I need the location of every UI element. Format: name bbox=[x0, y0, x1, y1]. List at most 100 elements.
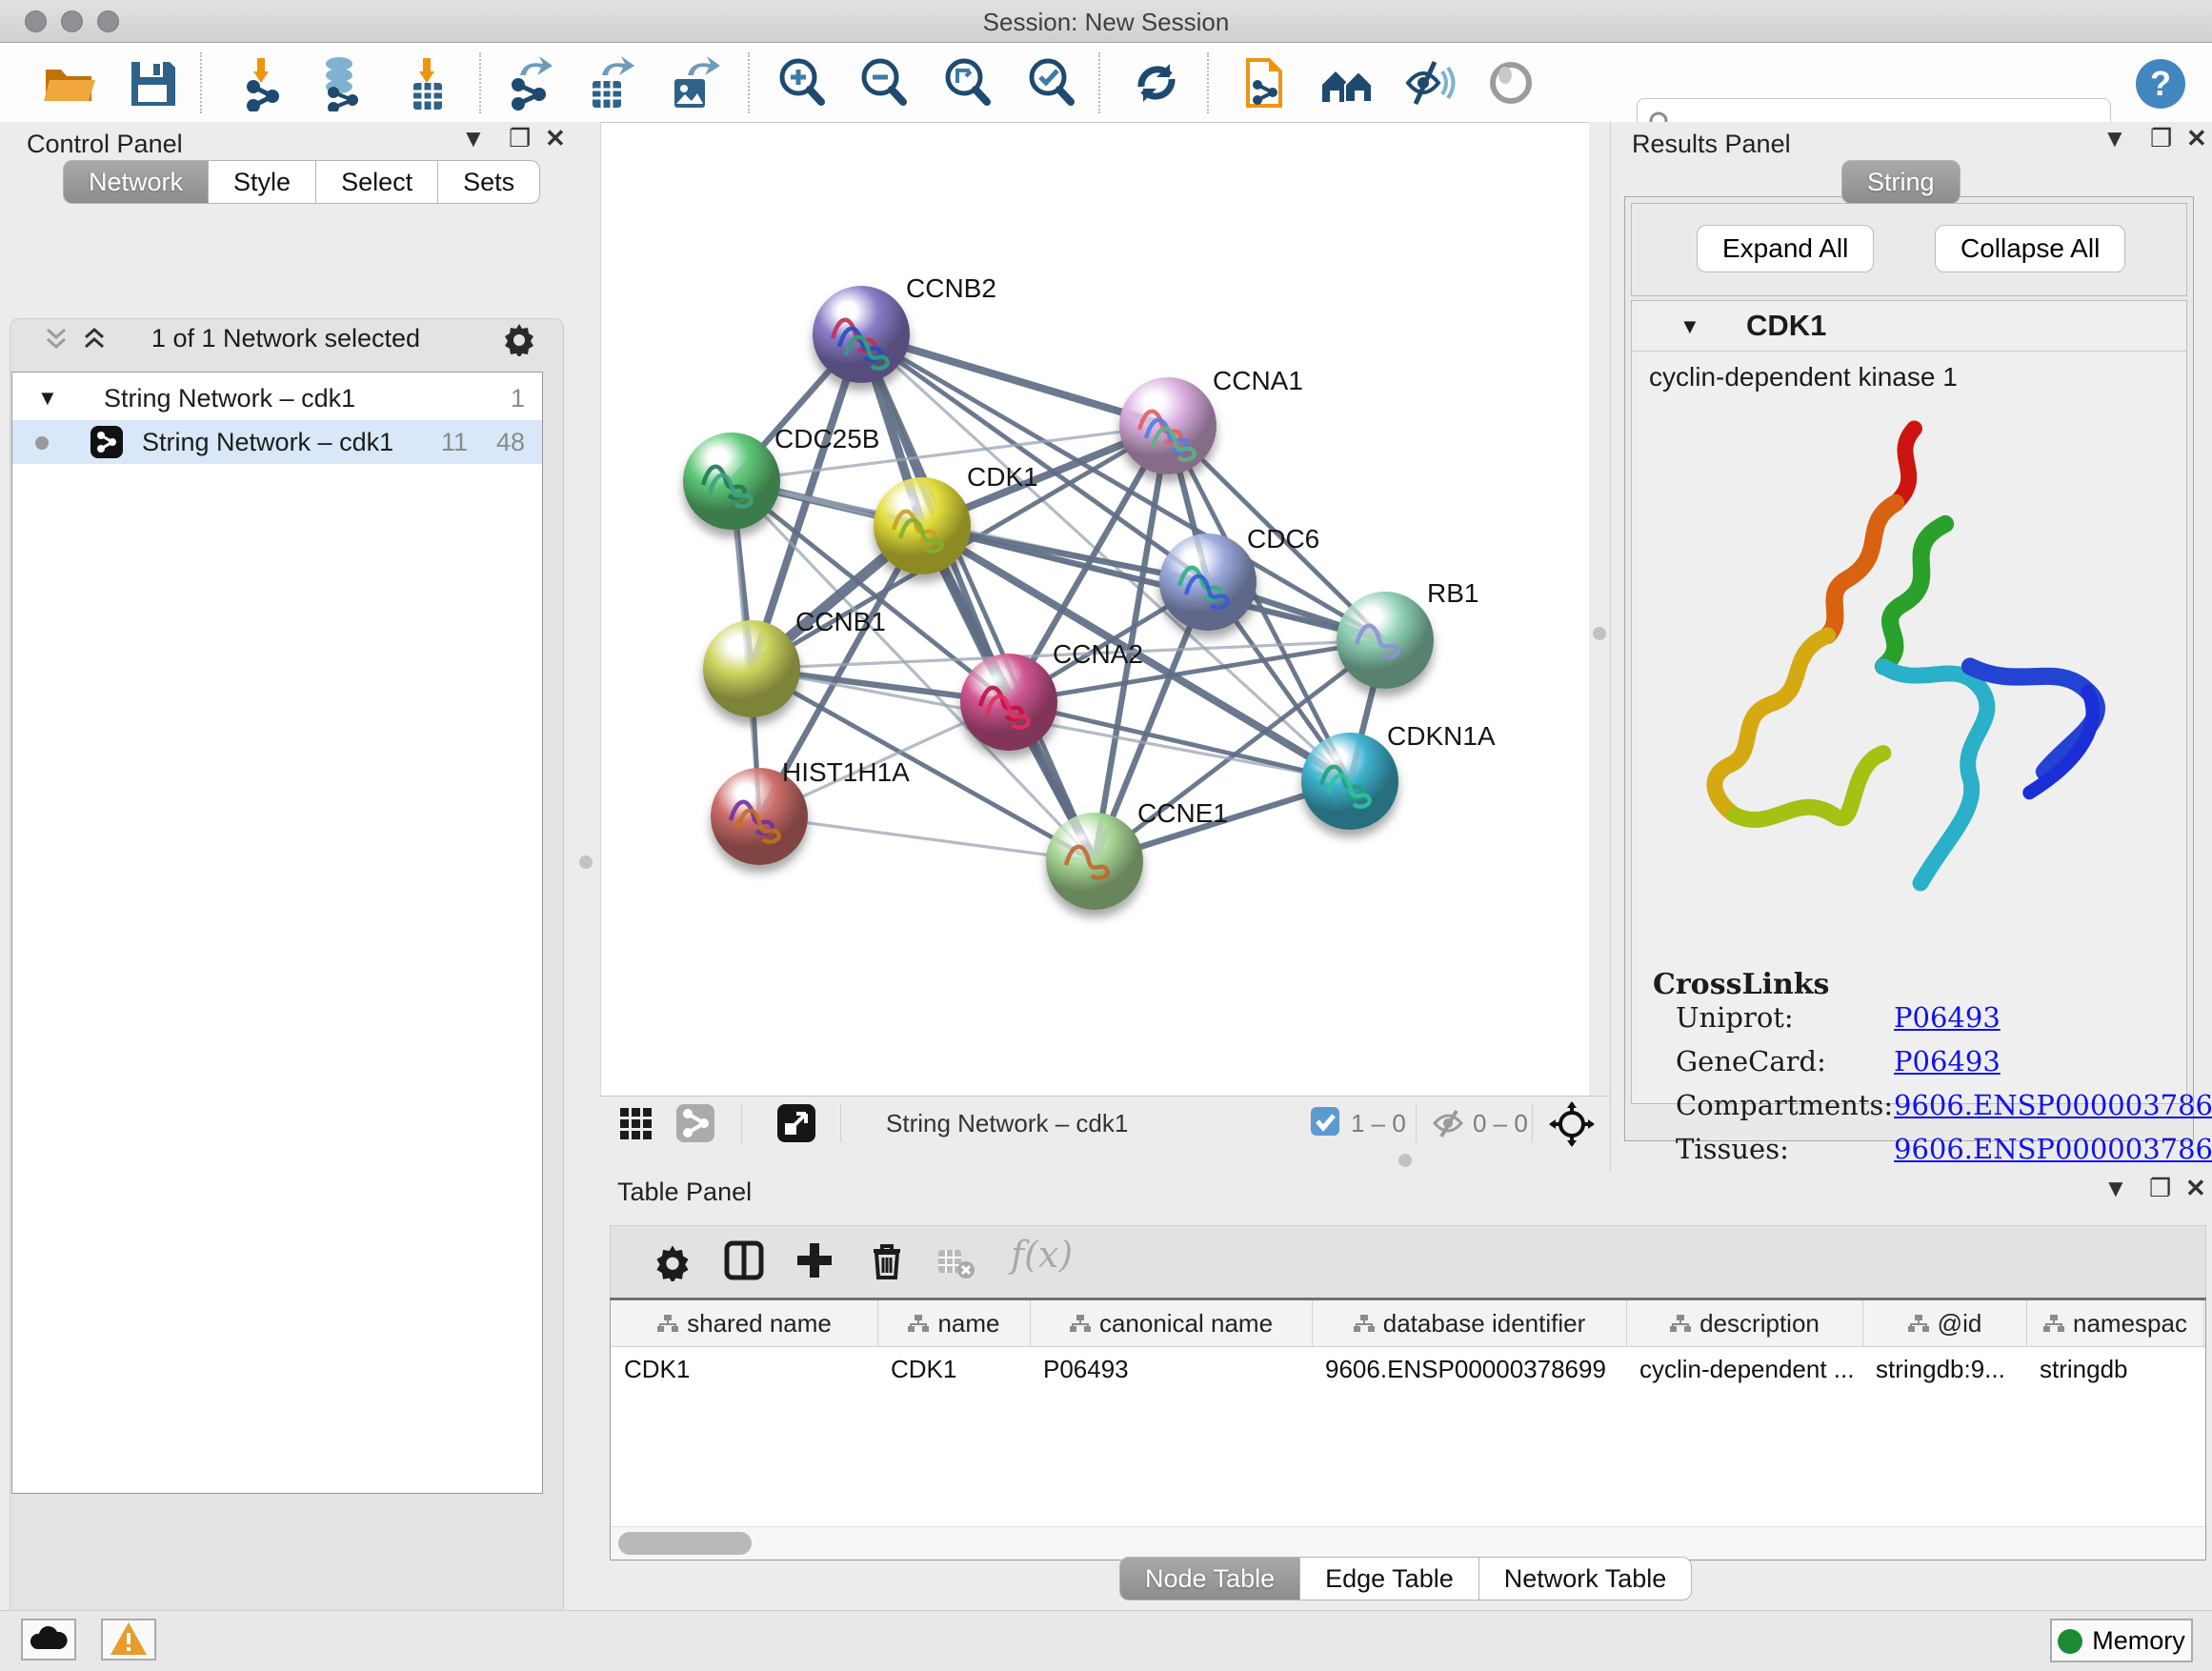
tab-network[interactable]: Network bbox=[63, 160, 209, 204]
tab-network-table[interactable]: Network Table bbox=[1479, 1557, 1693, 1601]
network-node-ccnb1[interactable] bbox=[703, 620, 800, 717]
table-panel-float-icon[interactable]: ❐ bbox=[2149, 1172, 2171, 1204]
network-node-ccne1[interactable] bbox=[1046, 813, 1143, 910]
zoom-fit-button[interactable] bbox=[939, 54, 996, 111]
network-view-button[interactable] bbox=[676, 1104, 714, 1142]
table-panel-close-icon[interactable]: ✕ bbox=[2185, 1172, 2206, 1204]
network-node-ccna2[interactable] bbox=[960, 654, 1057, 751]
results-panel-menu-icon[interactable]: ▼ bbox=[2102, 122, 2127, 154]
zoom-in-button[interactable] bbox=[774, 54, 831, 111]
column-header-shared-name[interactable]: shared name bbox=[611, 1300, 878, 1346]
crosslink-link[interactable]: P06493 bbox=[1894, 1001, 2001, 1034]
help-button[interactable]: ? bbox=[2132, 56, 2189, 113]
show-structure-images-button[interactable] bbox=[1482, 54, 1539, 111]
tab-sets[interactable]: Sets bbox=[438, 160, 540, 204]
birds-eye-view-button[interactable] bbox=[777, 1104, 815, 1142]
table-cell[interactable]: CDK1 bbox=[877, 1348, 1030, 1390]
fit-content-button[interactable] bbox=[1549, 1101, 1595, 1147]
network-node-cdkn1a[interactable] bbox=[1301, 733, 1398, 830]
grid-view-button[interactable] bbox=[617, 1104, 655, 1142]
string-node-entry: ▼ CDK1 cyclin-dependent kinase 1 CrossLi… bbox=[1631, 300, 2187, 1104]
crosslink-row: Tissues:9606.ENSP00000378699 bbox=[1632, 1133, 2186, 1177]
tab-style[interactable]: Style bbox=[209, 160, 316, 204]
export-table-button[interactable] bbox=[579, 54, 636, 111]
tab-select[interactable]: Select bbox=[316, 160, 438, 204]
zoom-out-button[interactable] bbox=[855, 54, 913, 111]
network-edge[interactable] bbox=[759, 816, 1095, 861]
network-node-cdc6[interactable] bbox=[1159, 534, 1257, 631]
table-cell[interactable]: stringdb:9... bbox=[1862, 1348, 2026, 1390]
control-panel-close-icon[interactable]: ✕ bbox=[545, 122, 566, 154]
node-label-cdc25b: CDC25B bbox=[774, 424, 879, 454]
save-session-button[interactable] bbox=[124, 54, 181, 111]
collection-expand-icon[interactable]: ▼ bbox=[37, 376, 58, 420]
column-header-database-identifier[interactable]: database identifier bbox=[1312, 1300, 1627, 1346]
cloud-status-button[interactable] bbox=[21, 1619, 76, 1661]
table-cell[interactable]: CDK1 bbox=[611, 1348, 877, 1390]
delete-column-button[interactable] bbox=[866, 1239, 904, 1278]
table-cell[interactable]: stringdb bbox=[2026, 1348, 2203, 1390]
control-panel-menu-icon[interactable]: ▼ bbox=[461, 122, 486, 154]
import-table-button[interactable] bbox=[398, 54, 455, 111]
control-panel-float-icon[interactable]: ❐ bbox=[509, 122, 531, 154]
results-panel-close-icon[interactable]: ✕ bbox=[2186, 122, 2207, 154]
show-columns-button[interactable] bbox=[723, 1239, 761, 1278]
column-header--id[interactable]: @id bbox=[1862, 1300, 2027, 1346]
crosslink-link[interactable]: 9606.ENSP00000378699 bbox=[1894, 1089, 2212, 1121]
table-hscrollbar[interactable] bbox=[611, 1526, 2205, 1560]
expand-all-button[interactable]: Expand All bbox=[1697, 225, 1874, 272]
import-network-file-button[interactable] bbox=[232, 54, 290, 111]
zoom-in-icon bbox=[774, 54, 831, 111]
crosslink-link[interactable]: P06493 bbox=[1894, 1045, 2001, 1077]
column-header-canonical-name[interactable]: canonical name bbox=[1030, 1300, 1313, 1346]
create-column-button[interactable] bbox=[794, 1239, 832, 1278]
tab-node-table[interactable]: Node Table bbox=[1119, 1557, 1300, 1601]
open-session-button[interactable] bbox=[40, 54, 97, 111]
right-splitter[interactable] bbox=[1589, 122, 1610, 1096]
network-canvas[interactable]: CCNB2CCNA1CDC25BCDK1CDC6RB1CCNB1CCNA2CDK… bbox=[600, 122, 1591, 1097]
string-home-button[interactable] bbox=[1318, 54, 1376, 111]
table-hscrollbar-thumb[interactable] bbox=[618, 1532, 752, 1555]
table-panel-menu-icon[interactable]: ▼ bbox=[2103, 1172, 2128, 1204]
warnings-button[interactable] bbox=[101, 1619, 156, 1661]
column-header-name[interactable]: name bbox=[877, 1300, 1031, 1346]
export-network-button[interactable] bbox=[499, 54, 556, 111]
column-header-description[interactable]: description bbox=[1626, 1300, 1863, 1346]
gene-header-row[interactable]: ▼ CDK1 bbox=[1632, 301, 2186, 352]
collapse-all-button[interactable]: Collapse All bbox=[1935, 225, 2125, 272]
import-table-icon bbox=[398, 54, 455, 111]
network-node-rb1[interactable] bbox=[1337, 592, 1434, 689]
string-import-button[interactable] bbox=[1235, 54, 1292, 111]
tab-edge-table[interactable]: Edge Table bbox=[1300, 1557, 1479, 1601]
import-network-icon bbox=[232, 54, 290, 111]
gene-collapse-icon[interactable]: ▼ bbox=[1679, 314, 1700, 339]
table-cell[interactable]: cyclin-dependent ... bbox=[1626, 1348, 1862, 1390]
network-node-cdk1[interactable] bbox=[874, 477, 971, 574]
clear-table-button[interactable] bbox=[936, 1245, 975, 1283]
import-network-from-database-button[interactable] bbox=[311, 54, 368, 111]
table-cell[interactable]: 9606.ENSP00000378699 bbox=[1312, 1348, 1626, 1390]
network-row[interactable]: String Network – cdk1 11 48 bbox=[12, 420, 542, 464]
grid-icon bbox=[618, 1104, 654, 1140]
network-edge[interactable] bbox=[1009, 702, 1350, 781]
apply-layout-button[interactable] bbox=[1128, 54, 1185, 111]
zoom-selected-button[interactable] bbox=[1023, 54, 1080, 111]
function-builder-button[interactable]: f(x) bbox=[1011, 1234, 1073, 1276]
network-node-ccna1[interactable] bbox=[1119, 377, 1217, 474]
network-collection-row[interactable]: ▼ String Network – cdk1 1 bbox=[12, 376, 542, 420]
crosslink-link[interactable]: 9606.ENSP00000378699 bbox=[1894, 1133, 2212, 1165]
table-cell[interactable]: P06493 bbox=[1030, 1348, 1312, 1390]
warning-icon bbox=[109, 1621, 149, 1657]
table-options-button[interactable] bbox=[653, 1241, 691, 1279]
network-options-gear-icon[interactable] bbox=[501, 320, 537, 363]
network-tree: ▼ String Network – cdk1 1 String Network… bbox=[11, 372, 543, 1494]
results-panel-float-icon[interactable]: ❐ bbox=[2150, 122, 2172, 154]
network-node-ccnb2[interactable] bbox=[813, 286, 910, 383]
left-splitter[interactable] bbox=[572, 122, 600, 1610]
enhanced-labels-button[interactable] bbox=[1400, 54, 1458, 111]
tab-string[interactable]: String bbox=[1841, 160, 1961, 204]
network-node-cdc25b[interactable] bbox=[683, 433, 780, 530]
memory-button[interactable]: Memory bbox=[2050, 1619, 2193, 1662]
export-image-button[interactable] bbox=[663, 54, 720, 111]
column-header-namespac[interactable]: namespac bbox=[2026, 1300, 2204, 1346]
